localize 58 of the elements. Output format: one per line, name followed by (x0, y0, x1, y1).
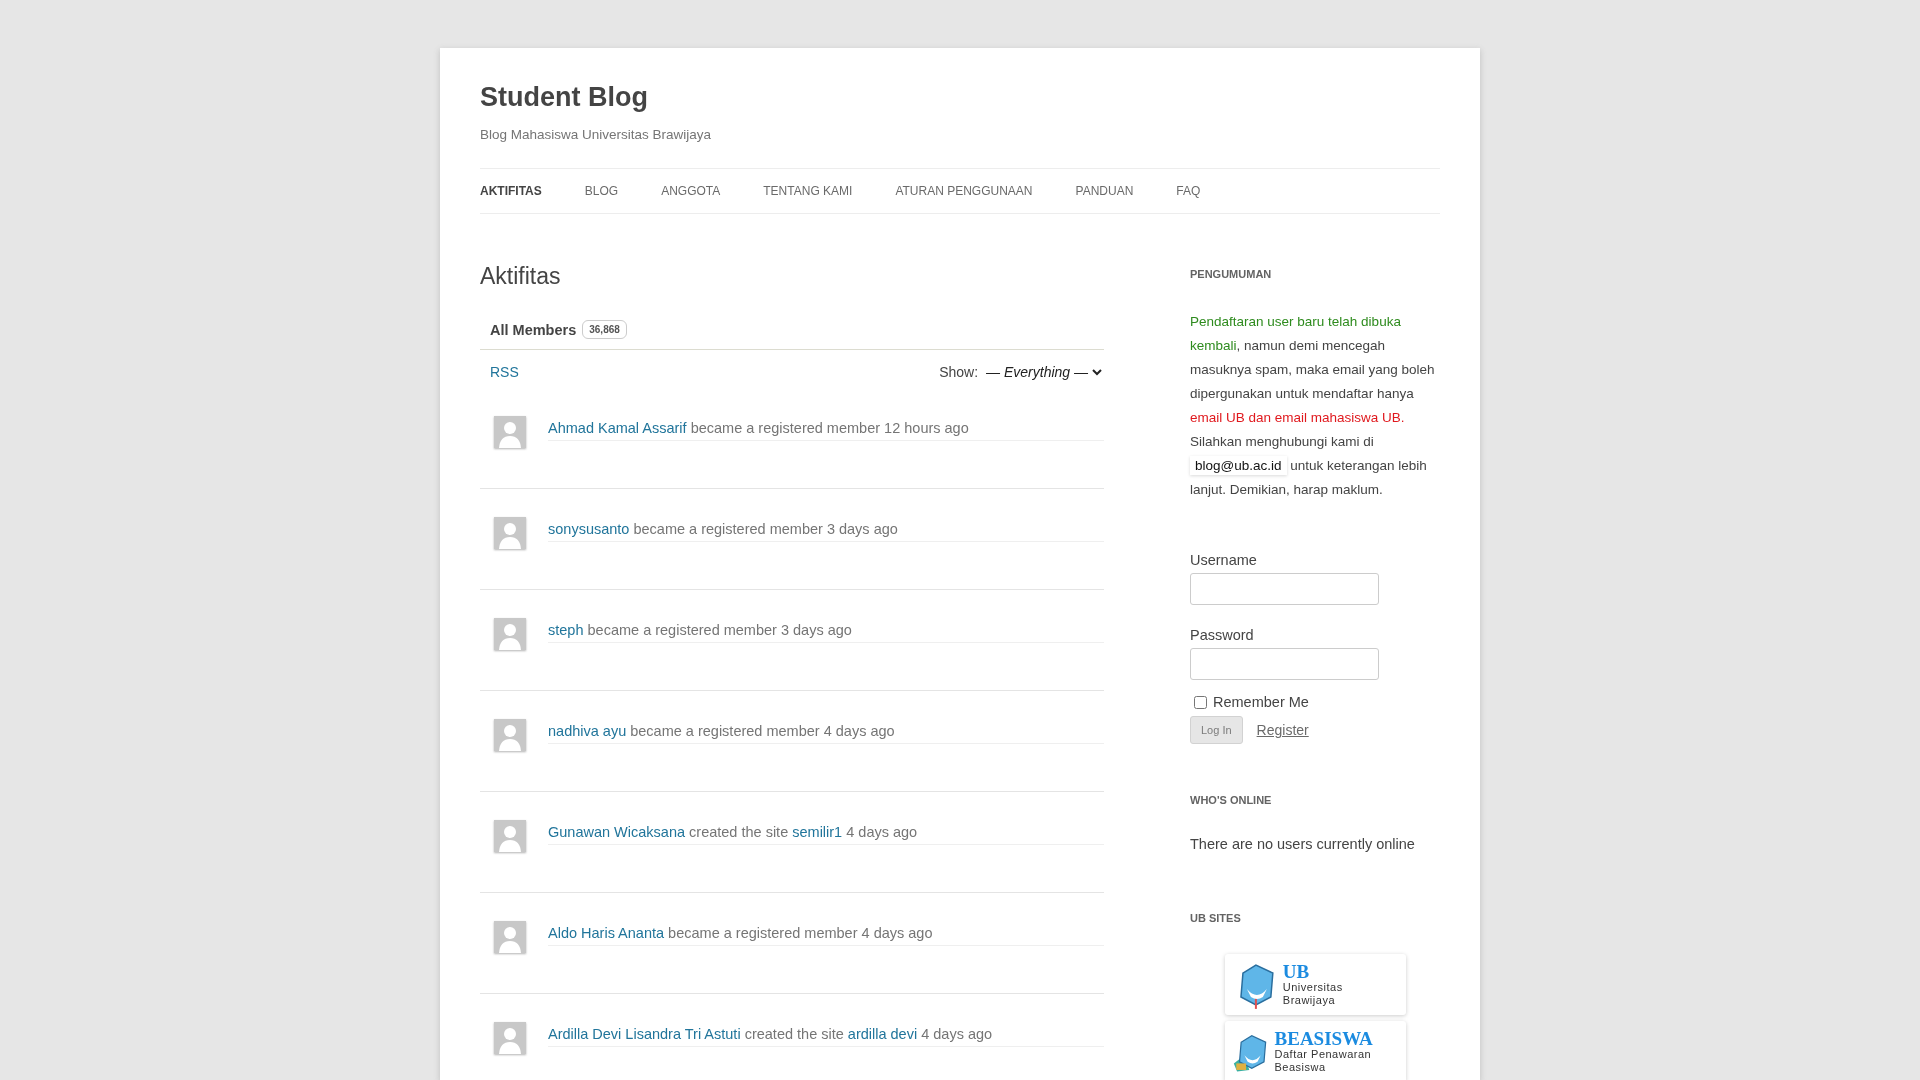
password-label: Password (1190, 627, 1255, 643)
member-link[interactable]: nadhiva ayu (548, 723, 627, 739)
nav-link[interactable]: AKTIFITAS (480, 184, 542, 198)
remember-checkbox[interactable] (1194, 695, 1207, 709)
member-link[interactable]: Ardilla Devi Lisandra Tri Astuti (548, 1026, 741, 1042)
avatar-icon (494, 618, 526, 650)
site-link[interactable]: ardilla devi (847, 1026, 918, 1042)
avatar-icon (494, 416, 526, 448)
member-link[interactable]: Gunawan Wicaksana (548, 824, 685, 840)
avatar-icon (494, 921, 526, 953)
avatar-icon (494, 517, 526, 549)
member-link[interactable]: Ahmad Kamal Assarif (548, 420, 687, 436)
banner-title: BEASISWA (1274, 1029, 1374, 1048)
member-link[interactable]: sonysusanto (548, 521, 630, 537)
activity-text: Ahmad Kamal Assarif became a registered member 12 hours ago (548, 420, 1104, 441)
login-button[interactable]: Log In (1190, 716, 1243, 744)
nav-link[interactable]: PANDUAN (1075, 184, 1134, 198)
activity-text: steph became a registered member 3 days ago (548, 622, 1104, 643)
banner-title: UB (1282, 962, 1311, 981)
member-link[interactable]: steph (548, 622, 584, 638)
member-count: 36,868 (582, 320, 627, 339)
member-link[interactable]: Aldo Haris Ananta (548, 925, 665, 941)
widget-title: UB SITES (1190, 912, 1242, 924)
nav-link[interactable]: ATURAN PENGGUNAAN (895, 184, 1033, 198)
announcement-text: Pendaftaran user baru telah dibuka kembali, namun demi mencegah masuknya spam, maka email yang boleh dipergunakan untuk mendaftar hanya email UB dan email mahasiswa UB. Silahkan menghubungi kami di blog@ub.ac.id untuk keterangan lebih lanjut. Demikian, harap maklum. (1190, 313, 1436, 499)
banner-caption: Daftar Penawaran Beasiswa (1274, 1048, 1373, 1074)
activity-text: Gunawan Wicaksana created the site semilir1 4 days ago (548, 824, 1104, 845)
site-link[interactable]: semilir1 (792, 824, 843, 840)
chevron-down-icon (1092, 368, 1102, 376)
members-tab[interactable]: All Members (490, 321, 577, 338)
widget-title: WHO'S ONLINE (1190, 794, 1273, 806)
username-label: Username (1190, 552, 1258, 568)
register-link[interactable]: Register (1256, 722, 1309, 738)
password-field[interactable] (1190, 648, 1379, 680)
site-tagline: Blog Mahasiswa Universitas Brawijaya (480, 127, 713, 142)
online-status-text: There are no users currently online (1190, 836, 1416, 852)
activity-text: Ardilla Devi Lisandra Tri Astuti created the site ardilla devi 4 days ago (548, 1026, 1104, 1047)
banner-caption: Universitas Brawijaya (1282, 981, 1344, 1007)
avatar-icon (494, 719, 526, 751)
nav-link[interactable]: TENTANG KAMI (763, 184, 853, 198)
remember-label: Remember Me (1213, 694, 1309, 710)
site-banner[interactable]: UB Universitas Brawijaya (1225, 954, 1406, 1015)
activity-filter-select[interactable]: — Everything — (986, 364, 1102, 380)
nav-link[interactable]: BLOG (584, 184, 619, 198)
activity-text: sonysusanto became a registered member 3 days ago (548, 521, 1104, 542)
nav-link[interactable]: ANGGOTA (661, 184, 721, 198)
avatar-icon (494, 820, 526, 852)
show-label: Show: (939, 364, 979, 380)
activity-text: nadhiva ayu became a registered member 4 days ago (548, 723, 1104, 744)
username-field[interactable] (1190, 573, 1379, 605)
page-heading: Aktifitas (480, 263, 562, 290)
site-title[interactable]: Student Blog (480, 48, 1440, 113)
activity-text: Aldo Haris Ananta became a registered member 4 days ago (548, 925, 1104, 946)
widget-title: PENGUMUMAN (1190, 268, 1273, 280)
rss-link[interactable]: RSS (490, 364, 519, 380)
nav-link[interactable]: FAQ (1176, 184, 1201, 198)
site-banner[interactable]: BEASISWA Daftar Penawaran Beasiswa (1225, 1021, 1406, 1080)
avatar-icon (494, 1022, 526, 1054)
